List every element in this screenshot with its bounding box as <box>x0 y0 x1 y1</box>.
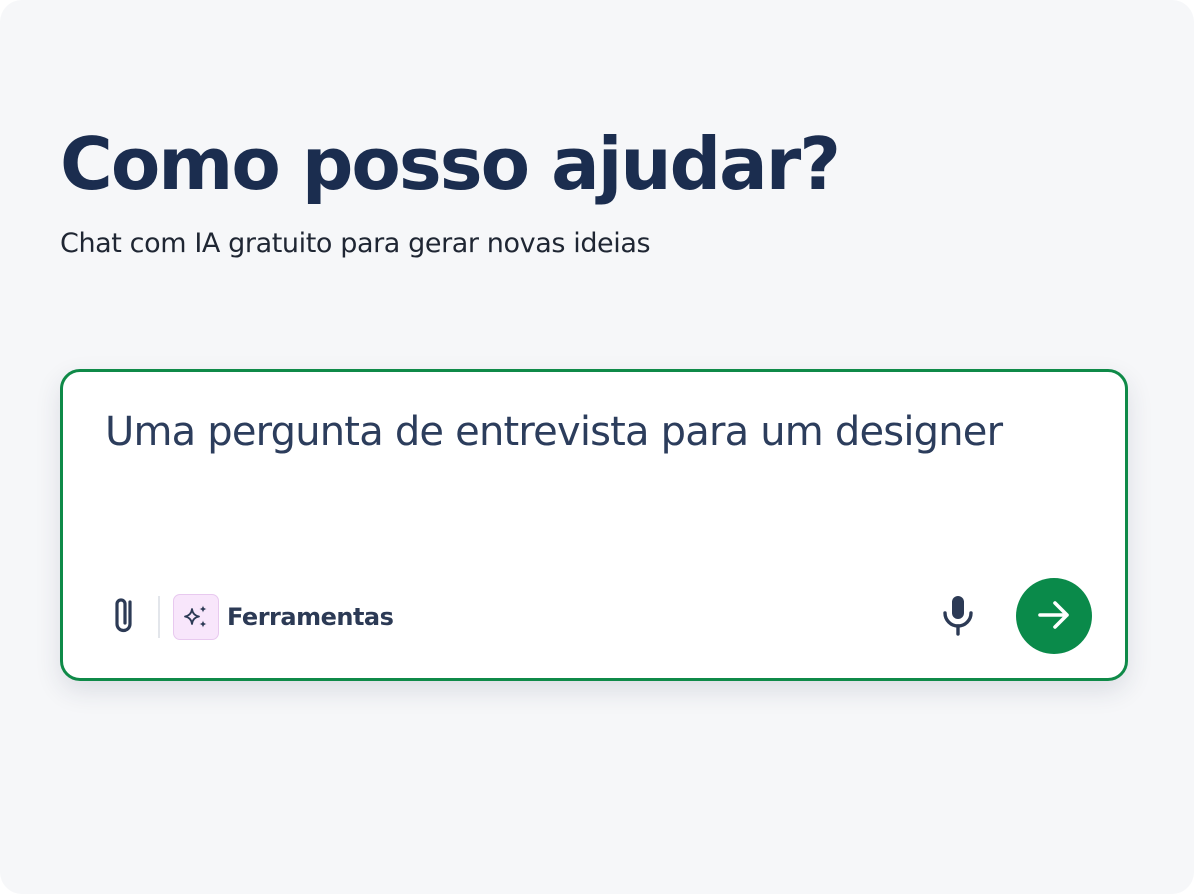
sparkles-icon <box>173 594 219 640</box>
microphone-icon <box>938 593 978 642</box>
toolbar-divider <box>158 596 160 638</box>
tools-button[interactable]: Ferramentas <box>173 591 394 643</box>
page-title: Como posso ajudar? <box>60 122 841 206</box>
chat-input[interactable] <box>105 402 1085 532</box>
attach-button[interactable] <box>103 594 147 640</box>
page: Como posso ajudar? Chat com IA gratuito … <box>0 0 1194 894</box>
tools-label: Ferramentas <box>227 603 394 631</box>
chat-composer: Ferramentas <box>60 369 1128 681</box>
paperclip-icon <box>110 593 140 642</box>
send-button[interactable] <box>1016 578 1092 654</box>
page-subtitle: Chat com IA gratuito para gerar novas id… <box>60 228 651 259</box>
arrow-right-icon <box>1034 595 1074 638</box>
mic-button[interactable] <box>933 592 983 642</box>
